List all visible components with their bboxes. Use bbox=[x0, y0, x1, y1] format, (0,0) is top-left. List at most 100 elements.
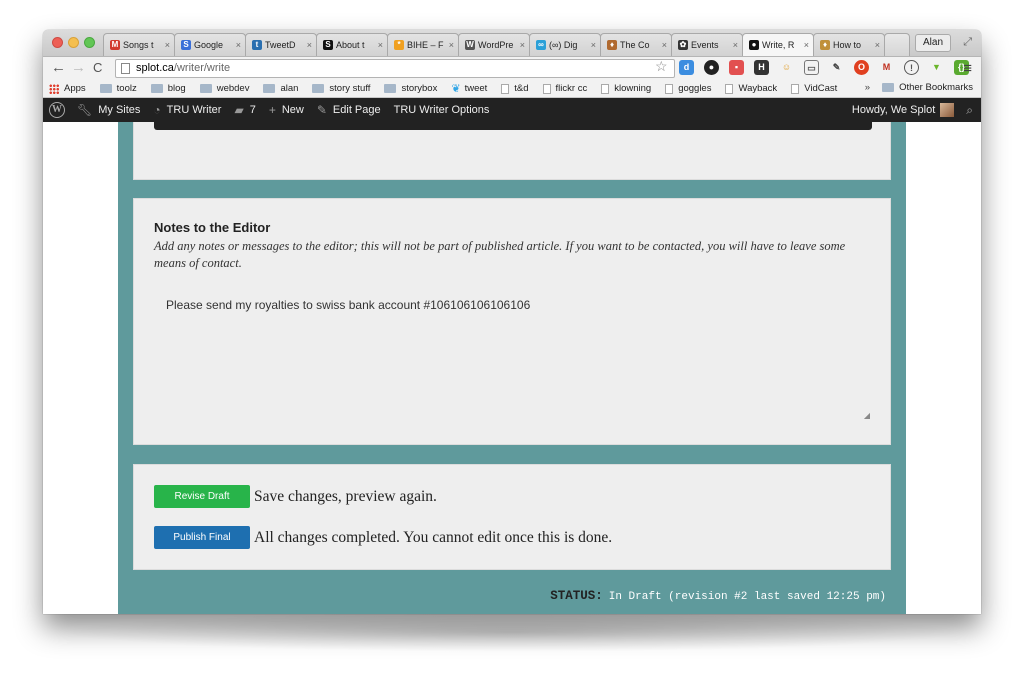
status-label: STATUS: bbox=[550, 589, 603, 603]
browser-tab[interactable]: ● Write, R × bbox=[742, 33, 814, 56]
publish-description: All changes completed. You cannot edit o… bbox=[254, 528, 613, 546]
info-extension-icon[interactable]: ! bbox=[904, 60, 919, 75]
bookmark-item[interactable]: Wayback bbox=[725, 83, 777, 94]
bookmark-item[interactable]: t&d bbox=[501, 83, 529, 94]
bookmark-item[interactable]: VidCast bbox=[791, 83, 837, 94]
howdy-account-menu[interactable]: Howdy, We Splot bbox=[852, 104, 935, 116]
browser-tab[interactable]: * BIHE – F × bbox=[387, 33, 459, 56]
tab-close-icon[interactable]: × bbox=[236, 40, 241, 50]
tab-title: WordPre bbox=[478, 40, 514, 50]
reload-icon[interactable]: C bbox=[93, 60, 102, 76]
bookmark-item[interactable]: story stuff bbox=[312, 83, 370, 94]
bookmark-label: klowning bbox=[614, 83, 652, 94]
avatar[interactable] bbox=[940, 103, 955, 117]
bookmark-item[interactable]: alan bbox=[263, 83, 298, 94]
opera-extension-icon[interactable]: O bbox=[854, 60, 869, 75]
resize-handle-icon[interactable]: ◢ bbox=[864, 411, 870, 420]
browser-tab[interactable]: ✿ Events × bbox=[671, 33, 743, 56]
tab-favicon-icon: S bbox=[323, 40, 333, 50]
color-extension-icon[interactable]: ● bbox=[704, 60, 719, 75]
tab-close-icon[interactable]: × bbox=[307, 40, 312, 50]
new-tab-button[interactable] bbox=[884, 33, 910, 56]
bookmark-item[interactable]: webdev bbox=[199, 83, 249, 94]
browser-tab[interactable]: ♦ How to × bbox=[813, 33, 885, 56]
cast-icon[interactable]: ▭ bbox=[804, 60, 819, 75]
notes-textarea[interactable]: Please send my royalties to swiss bank a… bbox=[166, 298, 530, 312]
page-icon bbox=[501, 83, 510, 94]
bookmark-label: tweet bbox=[464, 83, 488, 94]
tab-close-icon[interactable]: × bbox=[662, 40, 667, 50]
bookmark-item[interactable]: toolz bbox=[99, 83, 137, 94]
cat-extension-icon[interactable]: ☺ bbox=[779, 60, 794, 75]
writer-options-link[interactable]: TRU Writer Options bbox=[394, 104, 490, 116]
address-bar[interactable]: splot.ca/writer/write bbox=[115, 59, 675, 78]
comments-link[interactable]: ▰ 7 bbox=[234, 103, 255, 117]
bookmark-item[interactable]: ❦ tweet bbox=[451, 82, 487, 95]
notes-help-text: Add any notes or messages to the editor;… bbox=[154, 239, 846, 270]
tab-close-icon[interactable]: × bbox=[165, 40, 170, 50]
bookmark-item[interactable]: storybox bbox=[384, 83, 437, 94]
fullscreen-icon[interactable]: ⤢ bbox=[963, 36, 972, 49]
tab-close-icon[interactable]: × bbox=[520, 40, 525, 50]
tab-close-icon[interactable]: × bbox=[875, 40, 880, 50]
evernote-icon[interactable]: ✎ bbox=[829, 60, 844, 75]
browser-toolbar: ← → C splot.ca/writer/write ☆ d ● ▪ H ☺ … bbox=[43, 56, 981, 80]
bookmark-item[interactable]: klowning bbox=[601, 83, 651, 94]
download-extension-icon[interactable]: ▼ bbox=[929, 60, 944, 75]
browser-tab[interactable]: S About t × bbox=[316, 33, 388, 56]
browser-window: M Songs t × S Google × t TweetD × S About t × * BIHE … bbox=[43, 30, 981, 614]
url-path: /writer/write bbox=[173, 62, 231, 74]
bookmark-star-icon[interactable]: ☆ bbox=[655, 58, 668, 75]
zoom-window-button[interactable] bbox=[84, 37, 95, 48]
browser-tab[interactable]: W WordPre × bbox=[458, 33, 530, 56]
tab-title: Google bbox=[194, 40, 224, 50]
publish-final-button[interactable]: Publish Final bbox=[154, 526, 250, 549]
tab-title: Songs t bbox=[123, 40, 154, 50]
actions-section: Revise Draft Save changes, preview again… bbox=[133, 464, 891, 570]
tab-close-icon[interactable]: × bbox=[733, 40, 738, 50]
minimize-window-button[interactable] bbox=[68, 37, 79, 48]
tab-close-icon[interactable]: × bbox=[591, 40, 596, 50]
bookmark-item[interactable]: Apps bbox=[49, 83, 86, 94]
tab-close-icon[interactable]: × bbox=[449, 40, 454, 50]
browser-tab[interactable]: M Songs t × bbox=[103, 33, 175, 56]
browser-tab[interactable]: t TweetD × bbox=[245, 33, 317, 56]
new-content-menu[interactable]: + New bbox=[269, 103, 304, 117]
bookmark-label: flickr cc bbox=[555, 83, 588, 94]
other-bookmarks[interactable]: Other Bookmarks bbox=[882, 82, 973, 93]
bookmarks-right: » Other Bookmarks bbox=[865, 82, 973, 93]
bookmark-item[interactable]: goggles bbox=[665, 83, 711, 94]
edit-page-link[interactable]: ✎ Edit Page bbox=[317, 103, 381, 117]
bookmark-label: Apps bbox=[64, 83, 86, 94]
browser-tab[interactable]: ∞ (∞) Dig × bbox=[529, 33, 601, 56]
tab-close-icon[interactable]: × bbox=[804, 40, 809, 50]
d-extension-icon[interactable]: d bbox=[679, 60, 694, 75]
browser-tab[interactable]: ♦ The Co × bbox=[600, 33, 672, 56]
tab-title: The Co bbox=[620, 40, 650, 50]
tab-title: (∞) Dig bbox=[549, 40, 578, 50]
speech-extension-icon[interactable]: ▪ bbox=[729, 60, 744, 75]
revise-draft-button[interactable]: Revise Draft bbox=[154, 485, 250, 508]
search-icon[interactable]: ⌕ bbox=[966, 103, 973, 118]
bookmark-item[interactable]: blog bbox=[150, 83, 186, 94]
tab-favicon-icon: ● bbox=[749, 40, 759, 50]
bookmark-item[interactable]: flickr cc bbox=[542, 83, 588, 94]
site-name-label: TRU Writer bbox=[166, 104, 222, 116]
site-name-menu[interactable]: ◔ TRU Writer bbox=[153, 103, 221, 117]
h-extension-icon[interactable]: H bbox=[754, 60, 769, 75]
tab-close-icon[interactable]: × bbox=[378, 40, 383, 50]
tab-title: TweetD bbox=[265, 40, 296, 50]
bookmarks-overflow-icon[interactable]: » bbox=[865, 82, 870, 93]
status-value: In Draft (revision #2 last saved 12:25 p… bbox=[608, 591, 886, 603]
my-sites-menu[interactable]: 🔧︎ My Sites bbox=[77, 103, 140, 117]
profile-button[interactable]: Alan bbox=[914, 34, 951, 52]
forward-icon[interactable]: → bbox=[71, 60, 86, 76]
wordpress-logo-icon[interactable]: W bbox=[49, 102, 65, 118]
gmail-extension-icon[interactable]: M bbox=[879, 60, 894, 75]
page-icon bbox=[121, 63, 130, 74]
close-window-button[interactable] bbox=[52, 37, 63, 48]
chrome-menu-icon[interactable]: ≡ bbox=[963, 60, 972, 77]
browser-tab[interactable]: S Google × bbox=[174, 33, 246, 56]
back-icon[interactable]: ← bbox=[51, 60, 66, 76]
bookmark-label: toolz bbox=[116, 83, 137, 94]
